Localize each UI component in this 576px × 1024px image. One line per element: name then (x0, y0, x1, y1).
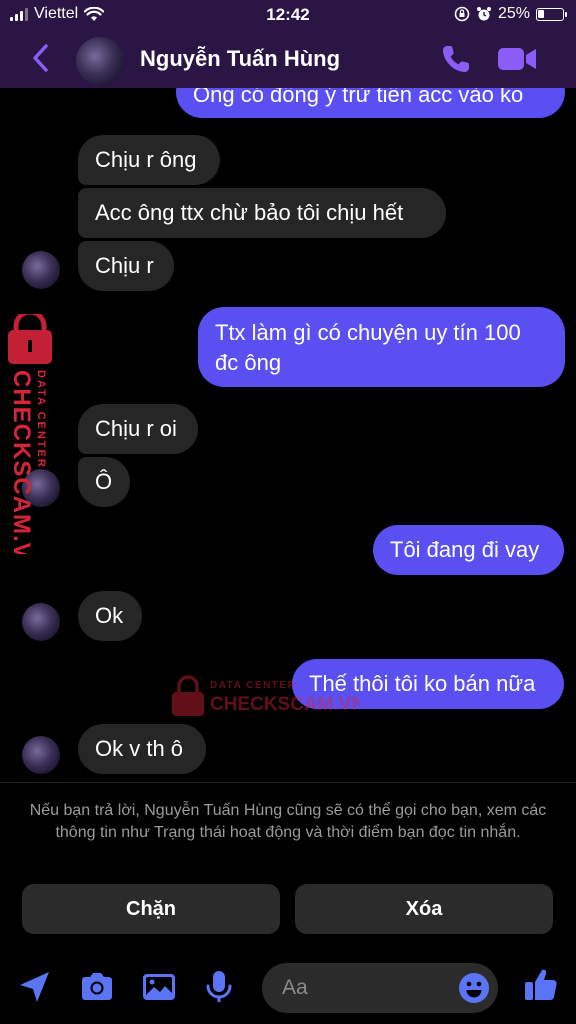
contact-avatar[interactable] (76, 37, 124, 85)
photo-icon[interactable] (140, 968, 178, 1006)
block-button-label: Chặn (126, 898, 176, 920)
message-outgoing[interactable]: Ông có đồng ý trừ tiền acc vào ko (176, 88, 565, 118)
alarm-icon (476, 7, 491, 21)
thumbs-up-icon[interactable] (522, 966, 560, 1004)
message-incoming[interactable]: Ok v th ô (78, 724, 206, 774)
message-incoming[interactable]: Ô (78, 457, 130, 507)
sender-avatar[interactable] (22, 251, 60, 289)
message-text: Ok (95, 603, 124, 628)
video-camera-icon[interactable] (496, 45, 538, 73)
sender-avatar[interactable] (22, 469, 60, 507)
camera-icon[interactable] (78, 968, 116, 1006)
battery-level (538, 9, 544, 18)
contact-name[interactable]: Nguyễn Tuấn Hùng (140, 46, 340, 72)
message-text: đc ông (215, 350, 282, 375)
chevron-left-icon[interactable] (28, 42, 54, 74)
message-incoming[interactable]: Chịu r oi (78, 404, 198, 454)
message-outgoing[interactable]: Tôi đang đi vay (373, 525, 564, 575)
message-incoming[interactable]: Chịu r ông (78, 135, 220, 185)
phone-icon[interactable] (440, 43, 472, 75)
status-icons: 25% (454, 5, 567, 23)
battery-icon (536, 7, 567, 21)
sender-avatar[interactable] (22, 603, 60, 641)
orientation-lock-icon (454, 6, 470, 22)
message-text: Ô (95, 469, 113, 494)
message-text: Ok v th ô (95, 736, 184, 761)
message-text: Thế thôi tôi ko bán nữa (309, 671, 536, 696)
message-text: Chịu r ông (95, 147, 197, 172)
sender-avatar[interactable] (22, 736, 60, 774)
message-text: Chịu r (95, 253, 154, 278)
message-input-box[interactable] (262, 963, 498, 1013)
message-text: Ông có đồng ý trừ tiền acc vào ko (193, 88, 524, 107)
chat-header: Nguyễn Tuấn Hùng (0, 30, 576, 88)
message-text: Acc ông ttx chừ bảo tôi chịu hết (95, 200, 404, 225)
status-bar: Viettel 12:42 25% (0, 0, 576, 30)
block-button[interactable]: Chặn (22, 884, 280, 934)
message-incoming[interactable]: Chịu r (78, 241, 174, 291)
message-input[interactable] (282, 963, 452, 1013)
message-incoming[interactable]: Ok (78, 591, 142, 641)
delete-button-label: Xóa (405, 898, 443, 920)
message-request-notice: Nếu bạn trả lời, Nguyễn Tuấn Hùng cũng s… (29, 802, 547, 841)
message-text: Tôi đang đi vay (390, 537, 540, 562)
message-outgoing[interactable]: Thế thôi tôi ko bán nữa (292, 659, 564, 709)
message-list[interactable]: Ông có đồng ý trừ tiền acc vào ko Chịu r… (0, 88, 576, 782)
microphone-icon[interactable] (200, 968, 238, 1006)
battery-percent: 25% (497, 5, 530, 22)
delete-button[interactable]: Xóa (295, 884, 553, 934)
message-incoming[interactable]: Acc ông ttx chừ bảo tôi chịu hết (78, 188, 446, 238)
message-text: Chịu r oi (95, 416, 177, 441)
location-arrow-icon[interactable] (16, 968, 54, 1006)
message-outgoing[interactable]: Ttx làm gì có chuyện uy tín 100 đc ông (198, 307, 565, 387)
divider (0, 782, 576, 783)
emoji-icon[interactable] (458, 972, 490, 1004)
message-text: Ttx làm gì có chuyện uy tín 100 (215, 320, 521, 345)
